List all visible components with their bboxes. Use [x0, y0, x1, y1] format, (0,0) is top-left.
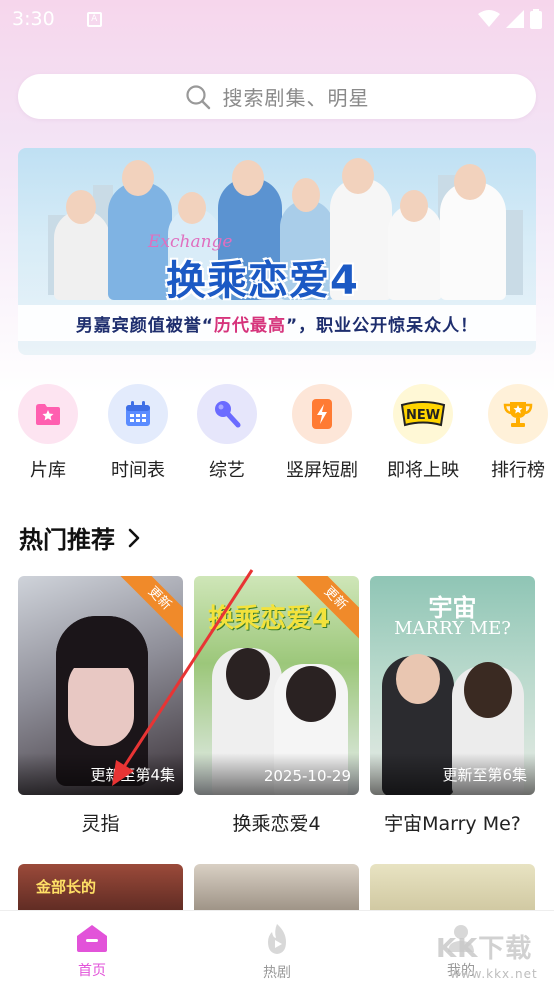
drama-poster: 换乘恋爱4 更新 2025-10-29 [194, 576, 359, 795]
category-coming-soon[interactable]: NEW 即将上映 [383, 384, 463, 482]
watermark-logo: KK下载 [436, 934, 533, 964]
category-label: 片库 [30, 460, 66, 481]
poster-hair [226, 648, 270, 700]
category-ranking[interactable]: 排行榜 [478, 384, 554, 482]
poster-hair [464, 662, 512, 718]
section-title: 热门推荐 [19, 526, 115, 554]
poster-face [68, 656, 134, 746]
drama-card[interactable]: 宇宙 MARRY ME? 更新至第6集 宇宙Marry Me? [370, 576, 535, 836]
banner-person-head [178, 192, 206, 224]
drama-caption: 2025-10-29 [194, 753, 359, 795]
category-label: 时间表 [111, 460, 165, 481]
category-vertical-short[interactable]: 竖屏短剧 [282, 384, 362, 482]
poster-hair [56, 616, 148, 668]
drama-poster: 更新 更新至第4集 [18, 576, 183, 795]
category-schedule[interactable]: 时间表 [98, 384, 178, 482]
drama-card-partial[interactable] [370, 864, 535, 914]
drama-card-partial[interactable]: 金部长的 [18, 864, 183, 914]
status-bar: 3:30 A [0, 0, 554, 38]
poster-title: 金部长的 [36, 878, 97, 896]
tab-home[interactable]: 首页 [47, 923, 137, 980]
new-badge-icon: NEW [393, 384, 453, 444]
home-icon [77, 925, 107, 952]
search-bar[interactable]: 搜索剧集、明星 [18, 74, 536, 119]
calendar-icon [108, 384, 168, 444]
hero-banner[interactable]: Exchange 换乘恋爱4 男嘉宾颜值被誉“ 历代最高 ”，职业公开惊呆众人！ [18, 148, 536, 355]
wifi-icon [478, 10, 500, 27]
drama-card-partial[interactable] [194, 864, 359, 914]
category-row: 片库 时间表 综艺 竖屏短剧 NEW 即将上映 排行榜 [0, 384, 554, 484]
phone-lightning-icon [292, 384, 352, 444]
banner-person-head [122, 160, 154, 196]
tab-label: 热剧 [263, 965, 291, 981]
banner-tagline: 男嘉宾颜值被誉“ 历代最高 ”，职业公开惊呆众人！ [18, 305, 536, 341]
fire-icon [268, 924, 286, 954]
category-film-library[interactable]: 片库 [8, 384, 88, 482]
category-variety[interactable]: 综艺 [187, 384, 267, 482]
banner-person-head [66, 190, 96, 224]
category-label: 综艺 [209, 460, 245, 481]
drama-title: 灵指 [81, 813, 120, 835]
tab-hot-drama[interactable]: 热剧 [232, 923, 322, 982]
search-placeholder: 搜索剧集、明星 [222, 86, 370, 110]
banner-tagline-post: ”，职业公开惊呆众人！ [286, 315, 479, 336]
chevron-right-icon [128, 528, 140, 547]
banner-person-head [292, 178, 320, 212]
banner-title: 换乘恋爱4 [166, 258, 359, 304]
status-time: 3:30 [12, 8, 55, 30]
signal-icon [506, 10, 524, 28]
category-label: 排行榜 [491, 460, 545, 481]
drama-caption: 更新至第6集 [370, 753, 535, 795]
banner-person-head [232, 160, 264, 196]
watermark-url: www.kkx.net [450, 967, 538, 981]
banner-tagline-highlight: 历代最高 [214, 315, 286, 336]
banner-person-head [342, 158, 374, 194]
category-label: 即将上映 [387, 460, 459, 481]
drama-card[interactable]: 换乘恋爱4 更新 2025-10-29 换乘恋爱4 [194, 576, 359, 836]
drama-poster: 宇宙 MARRY ME? 更新至第6集 [370, 576, 535, 795]
banner-person-head [400, 190, 428, 222]
poster-face [396, 654, 440, 704]
banner-tagline-pre: 男嘉宾颜值被誉“ [75, 315, 214, 336]
battery-icon [530, 9, 542, 29]
trophy-icon [488, 384, 548, 444]
microphone-icon [197, 384, 257, 444]
section-hot-recommend[interactable]: 热门推荐 [19, 520, 141, 555]
poster-title: 换乘恋爱4 [208, 604, 331, 634]
drama-caption: 更新至第4集 [18, 753, 183, 795]
status-indicators [478, 9, 542, 29]
poster-hair [286, 666, 336, 722]
drama-title: 宇宙Marry Me? [384, 813, 521, 835]
svg-text:NEW: NEW [406, 408, 440, 423]
drama-card[interactable]: 更新 更新至第4集 灵指 [18, 576, 183, 836]
search-icon [185, 84, 210, 109]
banner-person [440, 182, 506, 300]
notification-icon: A [86, 11, 102, 27]
poster-title-line-2: MARRY ME? [394, 618, 511, 639]
drama-title: 换乘恋爱4 [232, 813, 321, 835]
banner-person-head [454, 164, 486, 200]
tab-label: 首页 [78, 963, 106, 979]
film-library-icon [18, 384, 78, 444]
category-label: 竖屏短剧 [286, 460, 358, 481]
